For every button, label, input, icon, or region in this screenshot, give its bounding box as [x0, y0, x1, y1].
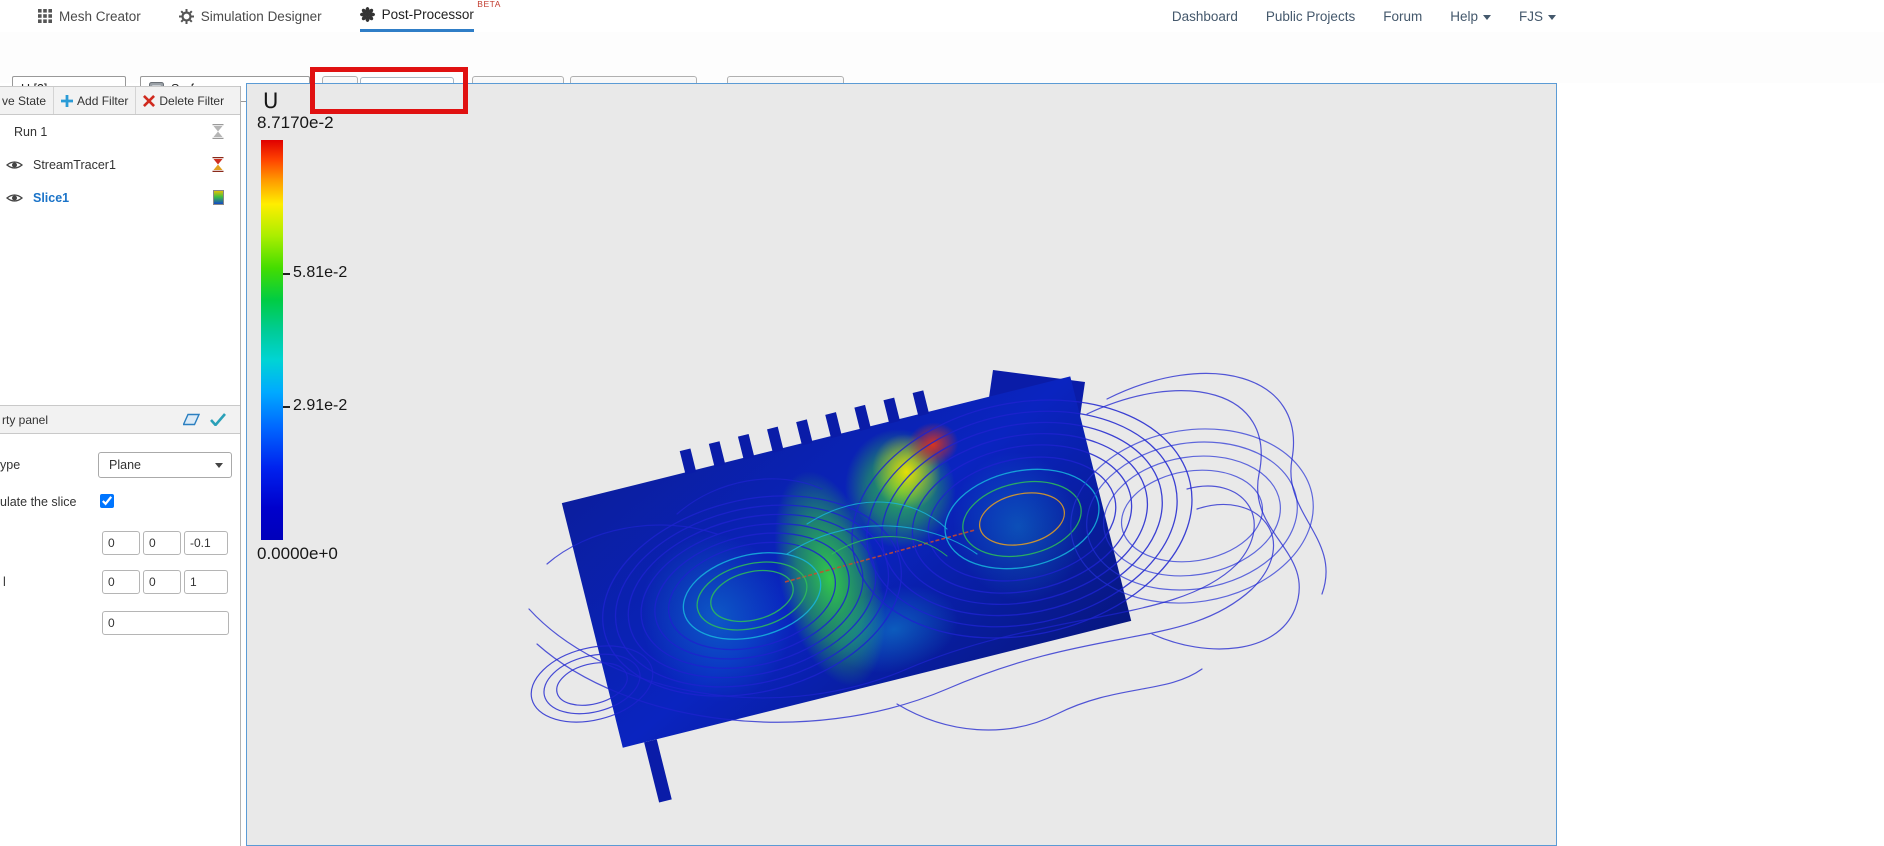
post-processor-toolbar: U [3] Surface Rescale Viewport Tool — [0, 32, 1884, 114]
legend-max-value: 8.7170e-2 — [257, 113, 334, 132]
normal-x-input[interactable] — [102, 570, 140, 594]
streamlines — [528, 372, 1327, 731]
colorbar-icon — [213, 190, 224, 205]
tree-item-label: Slice1 — [33, 190, 70, 205]
legend-title: U — [263, 89, 279, 113]
x-icon — [143, 94, 156, 107]
chevron-down-icon — [1482, 14, 1491, 20]
tree-item-label: Run 1 — [14, 124, 48, 139]
grid-icon — [38, 9, 52, 23]
tab-mesh-creator[interactable]: Mesh Creator — [38, 0, 141, 32]
link-dashboard[interactable]: Dashboard — [1172, 9, 1238, 24]
tab-label: Post-Processor — [381, 7, 474, 22]
tree-item-run[interactable]: Run 1 — [0, 115, 240, 148]
menu-help-label: Help — [1450, 8, 1478, 24]
property-panel-header: rty panel — [0, 405, 240, 434]
filter-toolbar: ve State Add Filter Delete Filter — [0, 86, 240, 115]
apply-check-icon[interactable] — [210, 413, 226, 426]
tree-item-slice[interactable]: Slice1 — [0, 181, 240, 214]
calculate-slice-checkbox[interactable] — [100, 494, 114, 508]
origin-y-input[interactable] — [143, 531, 181, 555]
save-state-label: ve State — [2, 93, 47, 108]
menu-user[interactable]: FJS — [1519, 9, 1556, 24]
menu-help[interactable]: Help — [1450, 9, 1491, 24]
tree-item-label: StreamTracer1 — [33, 157, 116, 172]
tree-item-streamtracer[interactable]: StreamTracer1 — [0, 148, 240, 181]
slice-type-select[interactable]: Plane — [98, 452, 232, 478]
plus-icon — [61, 94, 74, 107]
chevron-down-icon — [215, 463, 223, 468]
property-panel-title: rty panel — [2, 412, 49, 427]
add-filter-button[interactable]: Add Filter — [54, 87, 137, 114]
offset-input[interactable] — [102, 611, 229, 635]
type-label: ype — [0, 458, 21, 472]
top-navigation: Mesh Creator Simulation Designer Post-Pr… — [0, 0, 1884, 32]
origin-z-input[interactable] — [184, 531, 228, 555]
normal-z-input[interactable] — [184, 570, 228, 594]
cfd-scene — [528, 370, 1327, 803]
slice-back-plate — [985, 370, 1085, 437]
site-links: Dashboard Public Projects Forum Help FJS — [1172, 0, 1556, 32]
render-viewport[interactable]: U 8.7170e-2 5.81e-2 2.91e-2 0.0000e+0 — [246, 83, 1557, 846]
slice-type-value: Plane — [109, 458, 141, 472]
hourglass-icon — [212, 124, 224, 139]
origin-x-input[interactable] — [102, 531, 140, 555]
legend-tick — [283, 406, 290, 408]
legend-tick — [283, 273, 290, 275]
save-state-button[interactable]: ve State — [0, 87, 55, 114]
gear-icon — [178, 8, 194, 24]
visibility-eye-icon[interactable] — [6, 192, 23, 204]
legend-tick-value: 5.81e-2 — [293, 264, 348, 281]
slice-plane-icon[interactable] — [183, 413, 200, 426]
delete-filter-button[interactable]: Delete Filter — [136, 87, 231, 114]
beta-badge: BETA — [477, 0, 501, 9]
slice-plane — [561, 376, 1132, 803]
legend-tick-value: 2.91e-2 — [293, 397, 348, 414]
streamtracer-status-icon — [212, 157, 224, 172]
panel-divider — [240, 86, 241, 846]
legend-min-value: 0.0000e+0 — [257, 544, 338, 563]
chevron-down-icon — [1548, 14, 1556, 20]
tab-label: Simulation Designer — [200, 8, 322, 24]
color-legend-bar — [261, 140, 283, 540]
tab-label: Mesh Creator — [59, 8, 141, 24]
calculate-slice-label: ulate the slice — [0, 495, 77, 509]
normal-label: l — [3, 575, 6, 589]
tab-simulation-designer[interactable]: Simulation Designer — [178, 0, 322, 32]
seed-line — [784, 529, 976, 583]
flower-icon — [359, 7, 375, 22]
tab-post-processor[interactable]: Post-Processor BETA — [359, 0, 500, 32]
menu-user-label: FJS — [1518, 8, 1543, 24]
normal-y-input[interactable] — [143, 570, 181, 594]
app-tabs: Mesh Creator Simulation Designer Post-Pr… — [38, 0, 500, 32]
filter-tree: Run 1 StreamTracer1 Slice1 — [0, 115, 240, 405]
delete-filter-label: Delete Filter — [159, 93, 225, 108]
link-public-projects[interactable]: Public Projects — [1266, 9, 1355, 24]
visibility-eye-icon[interactable] — [6, 159, 23, 171]
add-filter-label: Add Filter — [77, 93, 129, 108]
link-forum[interactable]: Forum — [1383, 9, 1422, 24]
